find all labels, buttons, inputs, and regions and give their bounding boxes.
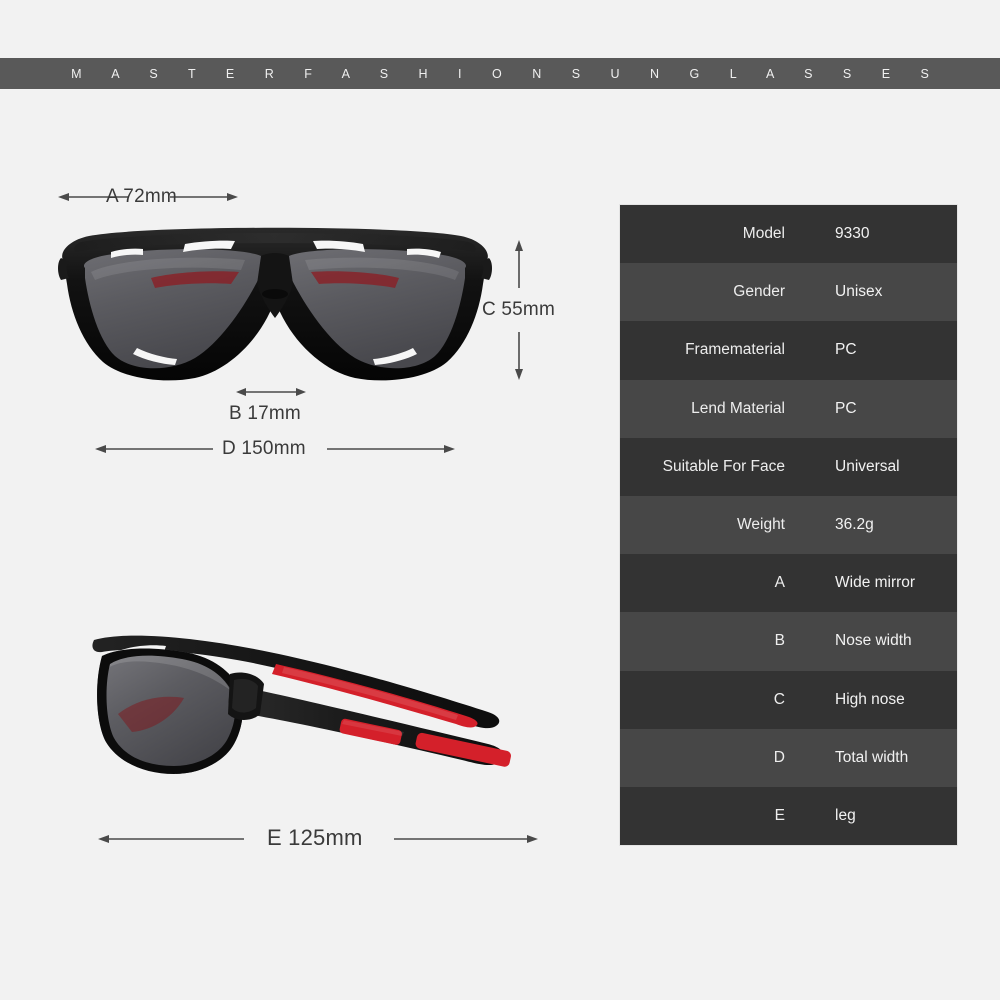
product-spec-page: M A S T E R F A S H I O N S U N G L A S … [0,0,1000,1000]
spec-label: Lend Material [691,399,785,417]
spec-label: Suitable For Face [662,457,785,475]
table-row: Model 9330 [620,205,957,264]
spec-label: C [773,690,785,708]
table-row: B Nose width [620,612,957,671]
table-row: C High nose [620,670,957,729]
specification-table: Model 9330 Gender Unisex Framematerial P… [620,205,957,846]
spec-label: Gender [733,283,785,301]
spec-value: Total width [835,748,909,766]
spec-label: A [774,574,785,592]
spec-value: Wide mirror [835,574,916,592]
brand-banner: M A S T E R F A S H I O N S U N G L A S … [0,58,1000,89]
dimension-e-label: E 125mm [267,825,363,850]
table-row: E leg [620,786,957,846]
spec-value: leg [835,806,856,824]
table-row: Framematerial PC [620,321,957,380]
spec-value: Unisex [835,283,883,301]
spec-value: Universal [835,457,900,475]
sunglasses-front-view [58,227,492,381]
sunglasses-side-view [92,635,511,775]
spec-value: PC [835,341,857,359]
spec-label: E [774,806,785,824]
spec-label: Model [742,225,785,243]
table-row: Lend Material PC [620,379,957,438]
spec-value: High nose [835,690,905,708]
table-row: A Wide mirror [620,554,957,613]
table-row: Weight 36.2g [620,495,957,555]
spec-label: B [774,632,785,650]
brand-banner-text: M A S T E R F A S H I O N S U N G L A S … [71,66,943,81]
spec-value: PC [835,399,857,417]
spec-label: Weight [737,516,785,534]
spec-value: 9330 [835,225,870,243]
dimension-d-label: D 150mm [222,438,306,459]
dimension-b-arrow [236,388,306,396]
spec-value: Nose width [835,632,912,650]
table-row: Gender Unisex [620,263,957,322]
spec-value: 36.2g [835,516,874,534]
spec-label: Framematerial [685,341,785,359]
dimension-c-label: C 55mm [482,299,555,320]
spec-label: D [773,748,785,766]
dimension-b-label: B 17mm [229,403,301,424]
table-row: Suitable For Face Universal [620,437,957,496]
dimension-a-label: A 72mm [106,186,177,207]
table-row: D Total width [620,728,957,787]
